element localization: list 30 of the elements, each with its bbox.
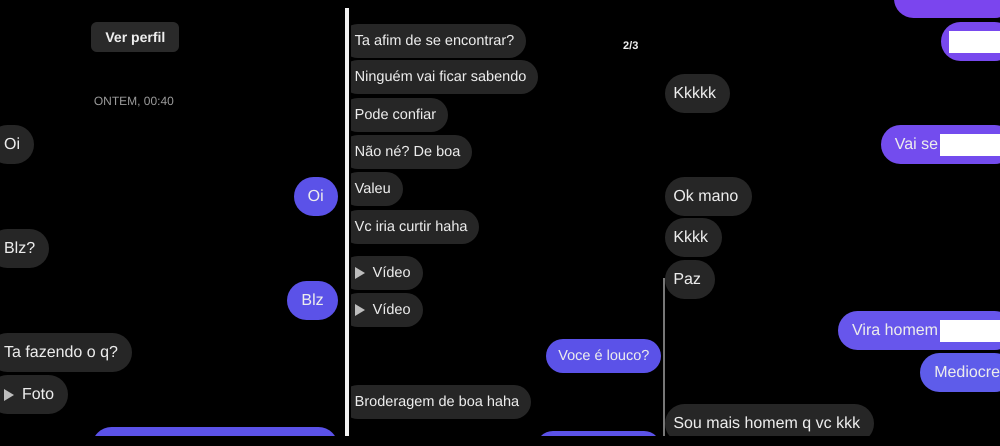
play-icon	[4, 388, 14, 400]
message-bubble: Oi	[0, 125, 34, 164]
message-bubble: Ta afim de se encontrar?	[350, 24, 526, 58]
message-bubble: Vc iria curtir haha	[350, 210, 480, 244]
message-bubble: Pode confiar	[350, 98, 448, 132]
message-bubble: Voce é louco?	[546, 339, 662, 373]
message-bubble: Blz	[287, 281, 338, 320]
message-bubble: Kkkk	[665, 218, 722, 257]
message-bubble: Valeu	[350, 172, 403, 206]
play-icon	[354, 267, 365, 279]
message-bubble: Ninguém vai ficar sabendo	[350, 60, 538, 94]
message-bubble: Broderagem de boa haha	[350, 385, 532, 419]
view-profile-button[interactable]: Ver perfil	[91, 22, 180, 52]
media-message[interactable]: Vídeo	[350, 256, 423, 290]
message-bubble: Vira homem	[838, 311, 1000, 350]
message-bubble: Ok mano	[665, 177, 752, 216]
timestamp: ONTEM, 00:40	[94, 94, 174, 108]
media-message[interactable]: Foto	[0, 375, 68, 414]
message-bubble: Sou mais homem q vc kkk	[665, 404, 874, 436]
message-bubble: Oi	[294, 177, 338, 216]
play-icon	[354, 304, 365, 316]
message-bubble: Não né? De boa	[350, 135, 472, 169]
page-counter: 2/3	[623, 40, 638, 52]
message-bubble: Vai se	[880, 125, 1000, 164]
message-bubble: Kkkkk	[665, 74, 730, 113]
message-bubble: Paz	[665, 260, 715, 299]
message-bubble: Ta fazendo o q?	[0, 333, 132, 372]
message-bubble: Mediocre	[920, 353, 1000, 392]
message-bubble: Blz?	[0, 229, 50, 268]
media-message[interactable]: Vídeo	[350, 293, 423, 327]
